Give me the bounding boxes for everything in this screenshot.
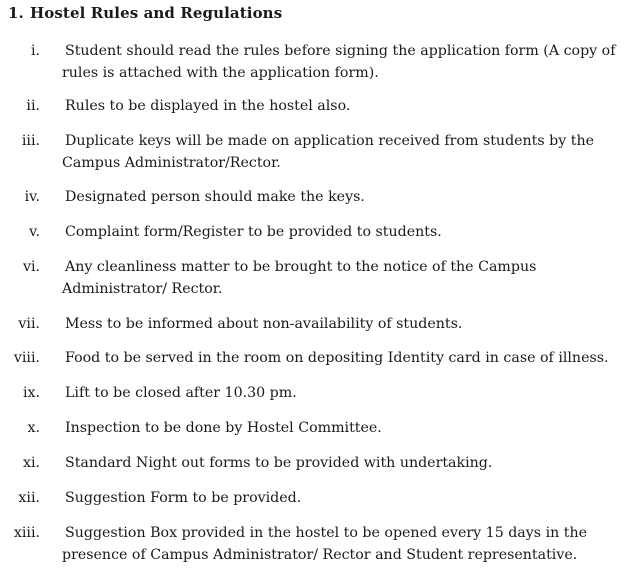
- rule-text: Duplicate keys will be made on applicati…: [62, 133, 595, 171]
- rule-numeral: ix.: [22, 385, 40, 401]
- rule-numeral: ii.: [26, 98, 40, 114]
- rule-numeral: viii.: [13, 350, 40, 366]
- rule-numeral: xi.: [22, 455, 40, 471]
- rule-text: Designated person should make the keys.: [65, 189, 365, 205]
- rule-text: Suggestion Box provided in the hostel to…: [62, 525, 587, 563]
- rule-numeral: xii.: [18, 490, 40, 506]
- rule-numeral: vii.: [18, 316, 40, 332]
- rule-numeral: iii.: [21, 133, 40, 149]
- rule-text: Mess to be informed about non-availabili…: [65, 316, 463, 332]
- rule-numeral: iv.: [24, 189, 40, 205]
- rule-text: Lift to be closed after 10.30 pm.: [65, 385, 297, 401]
- rule-numeral: vi.: [22, 259, 40, 275]
- rule-text: Student should read the rules before sig…: [62, 43, 616, 81]
- section-title: Hostel Rules and Regulations: [30, 4, 283, 22]
- rule-numeral: xiii.: [13, 525, 40, 541]
- rule-text: Inspection to be done by Hostel Committe…: [65, 420, 382, 436]
- rule-text: Complaint form/Register to be provided t…: [65, 224, 442, 240]
- rule-numeral: i.: [30, 43, 40, 59]
- section-number: 1.: [8, 4, 24, 22]
- rule-numeral: x.: [27, 420, 40, 436]
- rule-text: Any cleanliness matter to be brought to …: [62, 259, 537, 297]
- rule-text: Food to be served in the room on deposit…: [65, 350, 609, 366]
- section-heading: 1. Hostel Rules and Regulations: [8, 4, 282, 22]
- rule-numeral: v.: [29, 224, 40, 240]
- rule-text: Suggestion Form to be provided.: [65, 490, 302, 506]
- document-page: 1. Hostel Rules and Regulations i. Studen…: [0, 0, 642, 581]
- rule-text: Rules to be displayed in the hostel also…: [65, 98, 351, 114]
- rule-text: Standard Night out forms to be provided …: [65, 455, 493, 471]
